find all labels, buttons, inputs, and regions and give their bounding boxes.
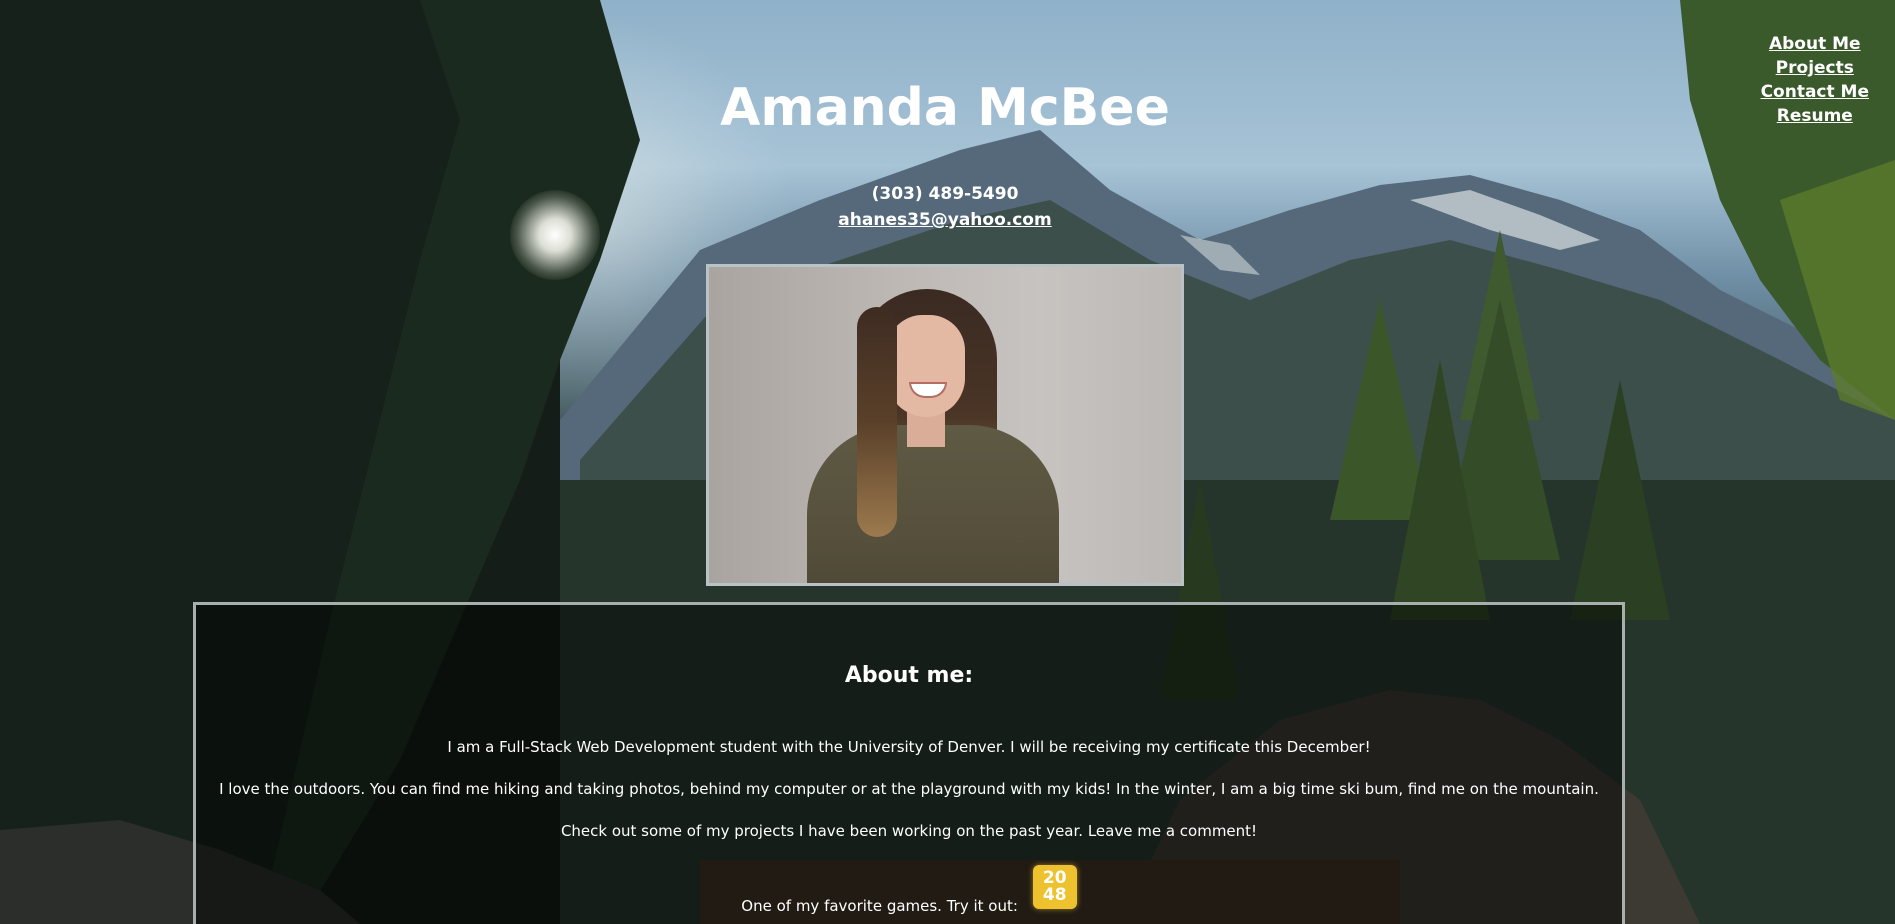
profile-photo (706, 264, 1184, 586)
about-paragraph: I love the outdoors. You can find me hik… (219, 780, 1599, 798)
email-link[interactable]: ahanes35@yahoo.com (745, 210, 1145, 230)
about-heading: About me: (844, 663, 974, 688)
game-prompt: One of my favorite games. Try it out: (741, 897, 1018, 915)
page-title: Amanda McBee (720, 78, 1170, 138)
game-2048-tile-button[interactable]: 20 48 (1032, 865, 1077, 909)
top-right-nav: About Me Projects Contact Me Resume (1761, 32, 1869, 128)
photo-hair-front (857, 307, 897, 537)
about-paragraph: Check out some of my projects I have bee… (560, 822, 1258, 840)
nav-about-me[interactable]: About Me (1761, 32, 1869, 56)
sun (510, 190, 600, 280)
about-section: About me: I am a Full-Stack Web Developm… (193, 602, 1625, 924)
phone-number: (303) 489-5490 (871, 184, 1019, 204)
nav-contact-me[interactable]: Contact Me (1761, 80, 1869, 104)
header: Amanda McBee (720, 78, 1170, 138)
photo-sweater (807, 425, 1059, 583)
photo-face (887, 315, 965, 417)
about-paragraph: I am a Full-Stack Web Development studen… (447, 738, 1371, 756)
game-tile-bottom: 48 (1042, 885, 1067, 905)
nav-resume[interactable]: Resume (1761, 104, 1869, 128)
nav-projects[interactable]: Projects (1761, 56, 1869, 80)
favorite-game-row: One of my favorite games. Try it out: 20… (196, 865, 1622, 915)
